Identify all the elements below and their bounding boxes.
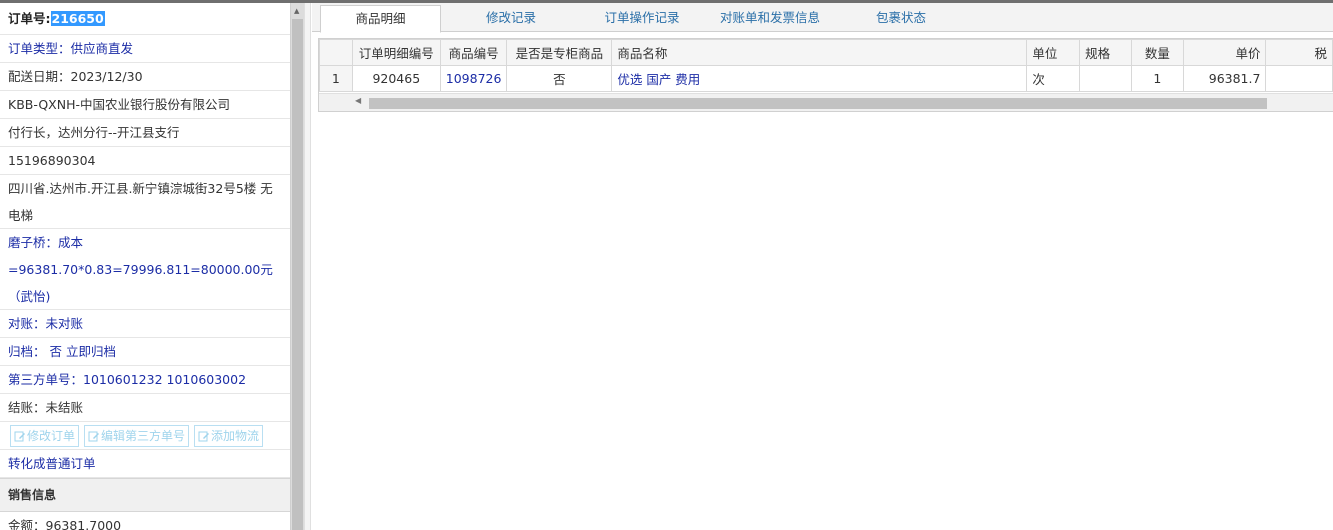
cell-unit: 次 <box>1026 65 1081 92</box>
settlement-status: 结账：未结账 <box>0 394 290 422</box>
customer-name: KBB-QXNH-中国农业银行股份有限公司 <box>0 91 290 119</box>
cell-product-id[interactable]: 1098726 <box>439 65 508 92</box>
edit-third-party-button[interactable]: 编辑第三方单号 <box>84 425 190 447</box>
col-unit[interactable]: 单位 <box>1026 39 1081 66</box>
cell-unit-price: 96381.7 <box>1182 65 1267 92</box>
order-number-label: 订单号: <box>8 11 51 26</box>
convert-to-normal-order-link[interactable]: 转化成普通订单 <box>0 450 290 478</box>
col-is-counter[interactable]: 是否是专柜商品 <box>506 39 613 66</box>
col-detail-id[interactable]: 订单明细编号 <box>351 39 441 66</box>
tab-product-details[interactable]: 商品明细 <box>320 5 441 33</box>
panel-splitter[interactable] <box>304 3 311 530</box>
tab-order-operation-records[interactable]: 订单操作记录 <box>582 5 702 32</box>
contact-person: 付行长，达州分行--开江县支行 <box>0 119 290 147</box>
cell-quantity: 1 <box>1130 65 1184 92</box>
col-product-id[interactable]: 商品编号 <box>439 39 508 66</box>
add-logistics-button[interactable]: 添加物流 <box>194 425 264 447</box>
col-rownum <box>319 39 353 66</box>
order-number-value[interactable]: 216650 <box>50 11 105 26</box>
archive-status[interactable]: 归档： 否 立即归档 <box>0 338 290 366</box>
delivery-address: 四川省.达州市.开江县.新宁镇淙城街32号5楼 无电梯 <box>0 175 290 229</box>
third-party-order-numbers: 第三方单号：1010601232 1010603002 <box>0 366 290 394</box>
col-spec[interactable]: 规格 <box>1079 39 1132 66</box>
edit-order-button[interactable]: 修改订单 <box>10 425 80 447</box>
scrollbar-thumb[interactable] <box>292 19 303 530</box>
col-tax[interactable]: 税 <box>1265 39 1333 66</box>
tab-modify-records[interactable]: 修改记录 <box>447 5 575 32</box>
scroll-left-icon[interactable]: ◀ <box>355 96 361 105</box>
tab-bar: 商品明细 修改记录 订单操作记录 对账单和发票信息 包裹状态 <box>312 3 1333 33</box>
sales-info-section: 销售信息 <box>0 478 290 512</box>
cell-is-counter: 否 <box>506 65 613 92</box>
action-buttons: 修改订单 编辑第三方单号 添加物流 <box>0 422 290 450</box>
edit-icon <box>88 431 100 442</box>
grid-horizontal-scrollbar[interactable]: ◀ <box>319 93 1333 111</box>
col-quantity[interactable]: 数量 <box>1130 39 1184 66</box>
cell-product-name[interactable]: 优选 国产 费用 <box>611 65 1028 92</box>
order-number-row: 订单号:216650 <box>0 3 290 35</box>
edit-icon <box>198 431 210 442</box>
order-type: 订单类型：供应商直发 <box>0 35 290 63</box>
col-product-name[interactable]: 商品名称 <box>611 39 1028 66</box>
scroll-up-icon[interactable]: ▲ <box>294 7 299 15</box>
product-table: 订单明细编号 商品编号 是否是专柜商品 商品名称 单位 规格 数量 单价 税 1… <box>319 39 1333 92</box>
order-note: 磨子桥：成本=96381.70*0.83=79996.811=80000.00元… <box>0 229 290 310</box>
cell-tax <box>1265 65 1333 92</box>
left-panel-scrollbar[interactable]: ▲ <box>290 3 304 530</box>
cell-detail-id: 920465 <box>351 65 441 92</box>
reconcile-status: 对账：未对账 <box>0 310 290 338</box>
delivery-date: 配送日期：2023/12/30 <box>0 63 290 91</box>
tab-package-status[interactable]: 包裹状态 <box>842 5 960 32</box>
grid-scrollbar-thumb[interactable] <box>369 98 1267 109</box>
order-info-panel: 订单号:216650 订单类型：供应商直发 配送日期：2023/12/30 KB… <box>0 3 290 530</box>
table-row[interactable]: 1 920465 1098726 否 优选 国产 费用 次 1 96381.7 <box>319 65 1333 92</box>
sales-amount: 金额：96381.7000 <box>0 512 290 530</box>
product-detail-grid: 订单明细编号 商品编号 是否是专柜商品 商品名称 单位 规格 数量 单价 税 1… <box>318 38 1333 112</box>
col-unit-price[interactable]: 单价 <box>1182 39 1267 66</box>
phone-number: 15196890304 <box>0 147 290 175</box>
edit-icon <box>14 431 25 442</box>
tab-reconciliation-invoice[interactable]: 对账单和发票信息 <box>707 5 833 32</box>
cell-spec <box>1079 65 1132 92</box>
row-number: 1 <box>319 65 353 92</box>
table-header-row: 订单明细编号 商品编号 是否是专柜商品 商品名称 单位 规格 数量 单价 税 <box>319 39 1333 66</box>
